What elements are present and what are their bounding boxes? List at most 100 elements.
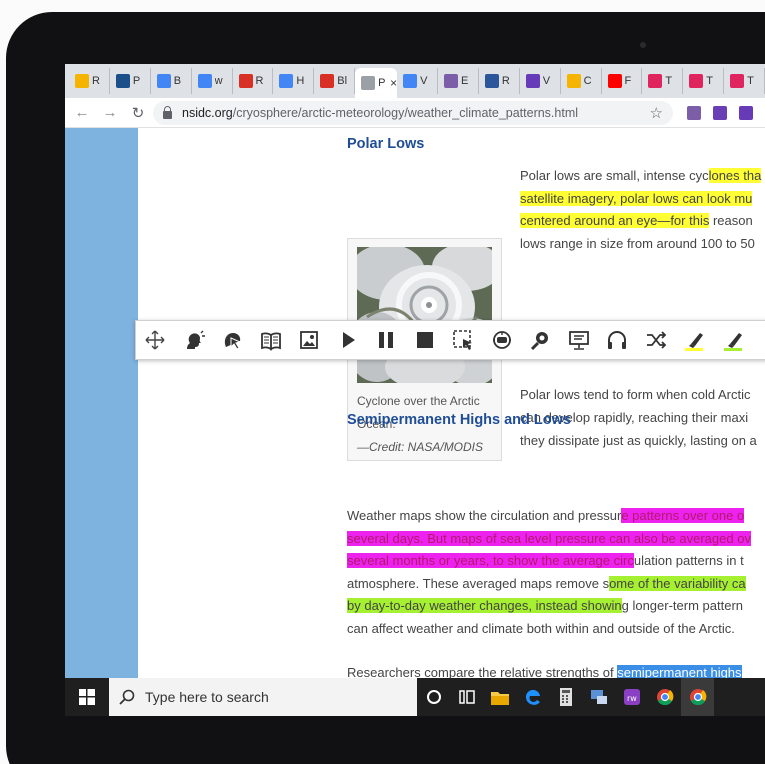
texthelp-taskbar-button[interactable]: rw	[615, 678, 648, 716]
browser-tab[interactable]: Pa ×	[355, 68, 398, 98]
browser-tab[interactable]: C	[561, 68, 602, 94]
highlighted-text: ome of the variability ca	[609, 575, 746, 591]
picture-dictionary-icon	[300, 331, 319, 349]
browser-tab[interactable]: P	[110, 68, 151, 94]
browser-tab[interactable]: H	[273, 68, 315, 94]
network-taskbar-button[interactable]	[582, 678, 615, 716]
highlighter-yellow-icon	[685, 333, 704, 351]
browser-tab[interactable]: w	[192, 68, 233, 94]
plain-text: Polar lows are small, intense cyc	[520, 168, 709, 183]
lock-icon	[163, 105, 172, 119]
close-tab-icon[interactable]: ×	[390, 76, 397, 90]
browser-tab[interactable]: T	[683, 68, 725, 94]
browser-tab[interactable]: R	[233, 68, 274, 94]
tab-label: B	[173, 75, 182, 87]
url-domain: nsidc.org	[182, 106, 233, 120]
windows-icon	[79, 689, 95, 705]
edge-taskbar-button[interactable]	[516, 678, 549, 716]
pause-button[interactable]	[367, 320, 406, 360]
screenshot-reader-button[interactable]	[444, 320, 483, 360]
text-line: Researchers compare the relative strengt…	[347, 665, 742, 678]
texthelp-extension-icon[interactable]	[713, 106, 727, 120]
talking-head-icon	[186, 330, 205, 349]
stop-icon	[416, 332, 433, 348]
url-text: nsidc.org/cryosphere/arctic-meteorology/…	[182, 106, 578, 120]
dictionary-button[interactable]	[252, 320, 291, 360]
address-bar[interactable]: nsidc.org/cryosphere/arctic-meteorology/…	[153, 101, 673, 125]
reload-icon[interactable]: ↻	[127, 104, 149, 122]
photo-frame: R P Bw R H Bl Pa × V E R V C F T T T ← → ↻ nsidc.org/cry…	[0, 0, 765, 764]
file-explorer-taskbar-button[interactable]	[483, 678, 516, 716]
chrome-active-taskbar-button[interactable]	[681, 678, 714, 716]
audio-maker-icon	[492, 331, 511, 349]
stop-button[interactable]	[406, 320, 445, 360]
search-icon	[119, 689, 135, 705]
highlighted-text: several days. But maps of sea level pres…	[347, 530, 751, 546]
highlighted-text: lones tha	[708, 168, 762, 183]
move-button[interactable]	[136, 320, 175, 360]
file-explorer-icon	[490, 692, 509, 705]
tab-label: T	[706, 75, 713, 87]
search-placeholder: Type here to search	[145, 689, 269, 705]
tab-label: V	[542, 75, 551, 87]
plain-text: Researchers compare the relative strengt…	[347, 665, 618, 678]
play-button[interactable]	[329, 320, 368, 360]
browser-tab[interactable]: V	[397, 68, 438, 94]
network-icon	[590, 690, 607, 704]
tab-label: Bl	[337, 75, 348, 87]
url-path: /cryosphere/arctic-meteorology/weather_c…	[232, 106, 579, 120]
screen-mask-icon	[531, 332, 549, 351]
move-icon	[145, 330, 165, 350]
screen-mask-button[interactable]	[521, 320, 560, 360]
tab-label: R	[501, 75, 510, 87]
cursor-speak-icon	[225, 333, 242, 350]
task-view-icon	[458, 690, 475, 704]
docs-icon	[279, 74, 294, 88]
browser-tab[interactable]: R	[69, 68, 110, 94]
shuffle-icon	[646, 331, 667, 349]
shield-icon	[648, 74, 663, 88]
windows-taskbar: Type here to search rw	[65, 678, 765, 716]
plain-text: can affect weather and climate both with…	[347, 620, 735, 636]
browser-tab[interactable]: T	[642, 68, 684, 94]
browser-tab[interactable]: T	[724, 68, 765, 94]
forward-icon[interactable]: →	[99, 104, 121, 121]
browser-tab[interactable]: B	[151, 68, 192, 94]
highlighter-green-button[interactable]	[714, 320, 753, 360]
browser-tab[interactable]: F	[602, 68, 643, 94]
cursor-speak-button[interactable]	[213, 320, 252, 360]
browser-tab[interactable]: E	[438, 68, 479, 94]
read-write-toolbar	[135, 320, 765, 360]
docs-icon	[403, 74, 418, 88]
taskbar-apps: rw	[417, 678, 714, 716]
start-button[interactable]	[65, 678, 109, 716]
taskbar-search-box[interactable]: Type here to search	[109, 678, 417, 716]
bookmark-star-icon[interactable]: ☆	[650, 104, 663, 122]
task-view-taskbar-button[interactable]	[450, 678, 483, 716]
text-line: can affect weather and climate both with…	[347, 621, 735, 637]
extension-icon[interactable]	[739, 106, 753, 120]
headphones-button[interactable]	[598, 320, 637, 360]
cortana-icon	[426, 690, 441, 704]
tab-label: H	[296, 75, 305, 87]
calculator-icon	[559, 688, 572, 706]
pdf-extension-icon[interactable]	[687, 106, 701, 120]
highlighter-yellow-button[interactable]	[675, 320, 714, 360]
page-icon	[361, 76, 376, 90]
browser-tab[interactable]: R	[479, 68, 520, 94]
picture-dictionary-button[interactable]	[290, 320, 329, 360]
cortana-taskbar-button[interactable]	[417, 678, 450, 716]
back-icon[interactable]: ←	[71, 104, 93, 121]
screen-reader-button[interactable]	[560, 320, 599, 360]
calculator-taskbar-button[interactable]	[549, 678, 582, 716]
webcam	[640, 42, 646, 48]
text-line: several months or years, to show the ave…	[347, 553, 744, 569]
browser-tab[interactable]: V	[520, 68, 561, 94]
shuffle-button[interactable]	[637, 320, 676, 360]
chrome-taskbar-button[interactable]	[648, 678, 681, 716]
talking-head-button[interactable]	[175, 320, 214, 360]
browser-tab[interactable]: Bl	[314, 68, 356, 94]
shield-icon	[689, 74, 704, 88]
plain-text: reason	[709, 213, 753, 228]
audio-maker-button[interactable]	[483, 320, 522, 360]
